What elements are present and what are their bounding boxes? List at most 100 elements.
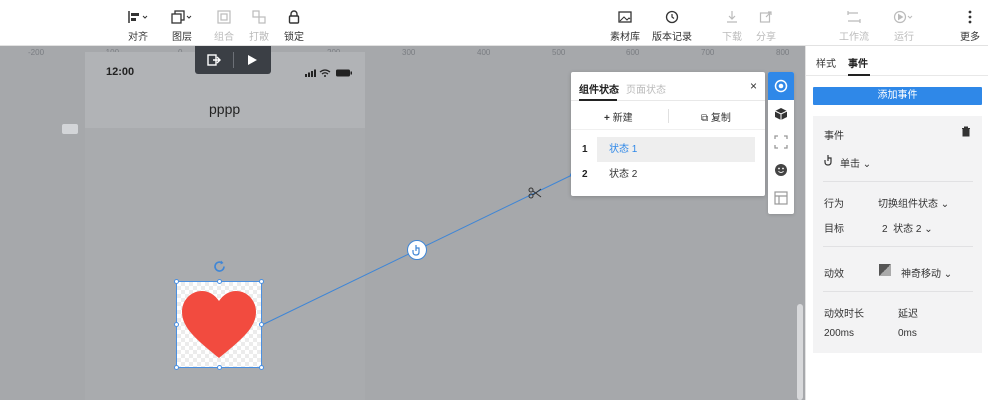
state-row[interactable]: 1 状态 1: [571, 137, 765, 162]
resize-handle[interactable]: [174, 365, 179, 370]
resize-handle[interactable]: [259, 322, 264, 327]
copy-icon: ⧉: [701, 113, 711, 124]
run-button[interactable]: 运行: [884, 8, 924, 43]
layers-button[interactable]: 图层: [162, 8, 202, 43]
scissors-icon[interactable]: [528, 186, 542, 203]
trigger-dropdown[interactable]: 单击 ⌄: [840, 155, 871, 170]
ungroup-icon: [239, 8, 279, 26]
trash-icon[interactable]: [961, 126, 971, 140]
history-label: 版本记录: [652, 32, 692, 43]
resize-handle[interactable]: [217, 279, 222, 284]
resize-handle[interactable]: [259, 365, 264, 370]
magic-move-icon: [879, 264, 891, 276]
vertical-scrollbar[interactable]: [797, 304, 803, 400]
close-icon[interactable]: ×: [750, 79, 757, 93]
run-icon: [884, 8, 924, 26]
event-card: 事件 单击 ⌄ 行为 切换组件状态 ⌄ 目标 2 状态 2 ⌄ 动效 神奇移动 …: [813, 116, 982, 353]
more-vertical-icon: [950, 8, 988, 26]
tab-events[interactable]: 事件: [848, 55, 868, 70]
duration-value[interactable]: 200ms: [824, 328, 854, 339]
top-toolbar: 对齐 图层 组合 打散 锁定 素材库 版本记录 下载 分享 工作流 运行 更多: [0, 0, 988, 46]
state-number: 2: [582, 169, 588, 180]
frame-tool-button[interactable]: [768, 128, 794, 156]
history-icon: [650, 8, 694, 26]
behavior-label: 行为: [824, 199, 844, 210]
group-button[interactable]: 组合: [204, 8, 244, 43]
ungroup-label: 打散: [249, 32, 269, 43]
ungroup-button[interactable]: 打散: [239, 8, 279, 43]
group-icon: [204, 8, 244, 26]
chevron-down-icon: ⌄: [862, 159, 872, 170]
resize-handle[interactable]: [174, 322, 179, 327]
resize-handle[interactable]: [259, 279, 264, 284]
target-value: 2 状态 2: [882, 224, 922, 235]
layers-icon: [162, 8, 202, 26]
tap-gesture-icon[interactable]: [407, 240, 427, 260]
tab-component-state[interactable]: 组件状态: [579, 81, 619, 96]
new-state-button[interactable]: + 新建: [604, 109, 633, 124]
side-tool-strip: [768, 72, 794, 214]
assets-label: 素材库: [610, 32, 640, 43]
target-icon: [774, 79, 788, 93]
animation-dropdown[interactable]: 神奇移动 ⌄: [901, 265, 952, 280]
delay-label: 延迟: [898, 309, 918, 320]
group-label: 组合: [214, 32, 234, 43]
image-library-icon: [605, 8, 645, 26]
cube-icon: [774, 108, 788, 120]
rotate-icon[interactable]: [213, 260, 226, 276]
smiley-icon: [775, 164, 787, 176]
divider: [823, 246, 973, 247]
state-row[interactable]: 2 状态 2: [571, 162, 765, 187]
workflow-icon: [834, 8, 874, 26]
lock-button[interactable]: 锁定: [274, 8, 314, 43]
copy-state-button[interactable]: ⧉ 复制: [701, 109, 731, 124]
lock-icon: [274, 8, 314, 26]
resize-handle[interactable]: [217, 365, 222, 370]
target-tool-button[interactable]: [768, 72, 794, 100]
heart-component[interactable]: [174, 279, 264, 370]
state-number: 1: [582, 144, 588, 155]
align-label: 对齐: [128, 32, 148, 43]
chevron-down-icon: ⌄: [943, 269, 953, 280]
behavior-dropdown[interactable]: 切换组件状态 ⌄: [878, 195, 949, 210]
target-label: 目标: [824, 224, 844, 235]
resize-handle[interactable]: [174, 279, 179, 284]
chevron-down-icon: ⌄: [940, 199, 950, 210]
more-button[interactable]: 更多: [950, 8, 988, 43]
new-state-label: 新建: [612, 113, 633, 124]
emoji-tool-button[interactable]: [768, 156, 794, 184]
divider: [823, 291, 973, 292]
behavior-value: 切换组件状态: [878, 199, 938, 210]
share-icon: [746, 8, 786, 26]
animation-value: 神奇移动: [901, 269, 941, 280]
component-tool-button[interactable]: [768, 100, 794, 128]
layout-tool-button[interactable]: [768, 184, 794, 212]
component-state-panel: 组件状态 页面状态 × + 新建 ⧉ 复制 1 状态 1 2 状态 2: [571, 72, 765, 196]
more-label: 更多: [960, 32, 980, 43]
align-button[interactable]: 对齐: [118, 8, 158, 43]
animation-label: 动效: [824, 269, 844, 280]
properties-panel: 样式 事件 添加事件 事件 单击 ⌄ 行为 切换组件状态 ⌄ 目标 2 状态 2…: [805, 46, 988, 400]
copy-state-label: 复制: [710, 113, 731, 124]
tab-style[interactable]: 样式: [816, 55, 836, 70]
add-event-button[interactable]: 添加事件: [813, 87, 982, 105]
divider: [668, 109, 669, 123]
divider: [823, 181, 973, 182]
workflow-button[interactable]: 工作流: [834, 8, 874, 43]
assets-button[interactable]: 素材库: [605, 8, 645, 43]
properties-tabs: 样式 事件: [806, 46, 988, 76]
workflow-label: 工作流: [839, 32, 869, 43]
layout-icon: [774, 191, 788, 205]
delay-value[interactable]: 0ms: [898, 328, 917, 339]
layers-label: 图层: [172, 32, 192, 43]
state-name: 状态 2: [609, 169, 638, 180]
history-button[interactable]: 版本记录: [650, 8, 694, 43]
trigger-value: 单击: [840, 159, 860, 170]
run-label: 运行: [894, 32, 914, 43]
share-button[interactable]: 分享: [746, 8, 786, 43]
active-tab-indicator: [848, 74, 870, 76]
target-dropdown[interactable]: 2 状态 2 ⌄: [882, 220, 933, 235]
tab-page-state[interactable]: 页面状态: [626, 81, 666, 96]
state-name: 状态 1: [597, 137, 755, 162]
chevron-down-icon: ⌄: [924, 224, 933, 235]
